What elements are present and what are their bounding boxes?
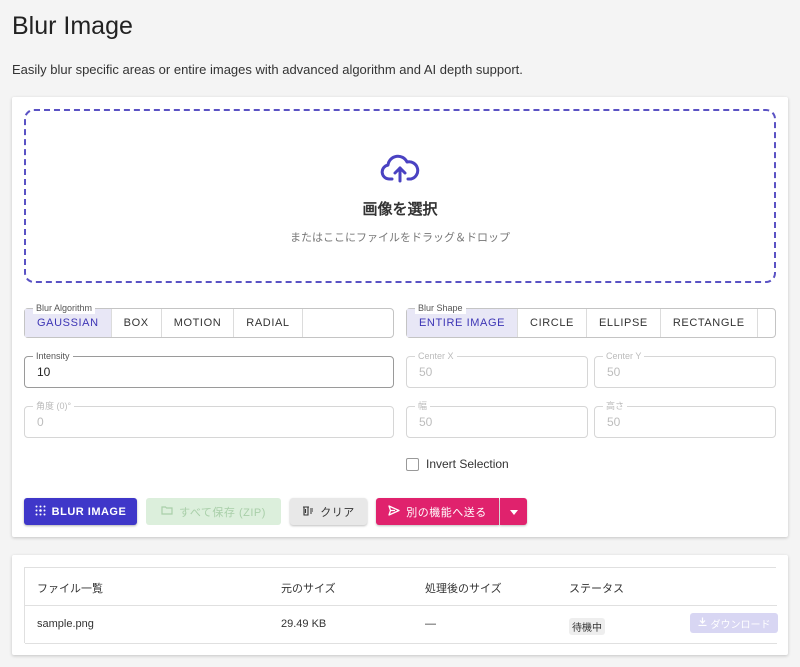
download-icon (698, 617, 707, 629)
blur-algorithm-legend: Blur Algorithm (33, 302, 96, 314)
angle-label: 角度 (0)° (33, 400, 75, 412)
intensity-label: Intensity (33, 350, 73, 362)
blur-grid-icon (35, 505, 46, 519)
header-file-list: ファイル一覧 (37, 583, 103, 595)
page-title: Blur Image (12, 12, 133, 40)
file-table: ファイル一覧 元のサイズ 処理後のサイズ ステータス sample.png 29… (24, 567, 778, 644)
invert-selection[interactable]: Invert Selection (406, 457, 509, 471)
algorithm-radial[interactable]: RADIAL (234, 309, 303, 337)
download-label: ダウンロード (710, 619, 771, 631)
file-dropzone[interactable]: 画像を選択 またはここにファイルをドラッグ＆ドロップ (24, 109, 776, 283)
blur-image-button[interactable]: BLUR IMAGE (24, 498, 137, 525)
header-divider (25, 605, 777, 606)
angle-value: 0 (37, 415, 44, 429)
save-all-zip-button[interactable]: すべて保存 (ZIP) (146, 498, 281, 525)
angle-field[interactable]: 角度 (0)° 0 (24, 400, 394, 438)
clear-button[interactable]: クリア (290, 498, 367, 525)
intensity-field[interactable]: Intensity 10 (24, 350, 394, 388)
width-field[interactable]: 幅 50 (406, 400, 588, 438)
blur-shape-legend: Blur Shape (415, 302, 466, 314)
send-label: 別の機能へ送る (406, 506, 487, 519)
invert-selection-label: Invert Selection (426, 457, 509, 471)
row-divider (25, 643, 777, 644)
file-list-card: ファイル一覧 元のサイズ 処理後のサイズ ステータス sample.png 29… (12, 555, 788, 655)
send-to-feature-button[interactable]: 別の機能へ送る (376, 498, 499, 525)
height-value: 50 (607, 415, 621, 429)
center-y-value: 50 (607, 365, 621, 379)
center-x-value: 50 (419, 365, 433, 379)
center-x-label: Center X (415, 350, 457, 362)
height-label: 高さ (603, 400, 628, 412)
height-field[interactable]: 高さ 50 (594, 400, 776, 438)
shape-circle[interactable]: CIRCLE (518, 309, 587, 337)
clear-label: クリア (320, 506, 355, 519)
center-y-field[interactable]: Center Y 50 (594, 350, 776, 388)
row-original-size: 29.49 KB (281, 618, 327, 630)
header-original-size: 元のサイズ (281, 583, 336, 595)
blur-settings-card: 画像を選択 またはここにファイルをドラッグ＆ドロップ Blur Algorith… (12, 97, 788, 537)
intensity-value: 10 (37, 365, 51, 379)
shape-ellipse[interactable]: ELLIPSE (587, 309, 661, 337)
row-file-name: sample.png (37, 618, 94, 630)
algorithm-box[interactable]: BOX (112, 309, 162, 337)
dropzone-title: 画像を選択 (362, 201, 438, 218)
folder-icon (161, 505, 173, 518)
send-dropdown-button[interactable] (500, 498, 527, 525)
caret-down-icon (509, 506, 518, 518)
blur-algorithm-group: Blur Algorithm GAUSSIAN BOX MOTION RADIA… (24, 302, 394, 338)
blur-image-label: BLUR IMAGE (51, 505, 127, 518)
blur-shape-group: Blur Shape ENTIRE IMAGE CIRCLE ELLIPSE R… (406, 302, 776, 338)
width-value: 50 (419, 415, 433, 429)
center-x-field[interactable]: Center X 50 (406, 350, 588, 388)
save-all-label: すべて保存 (ZIP) (179, 506, 266, 519)
header-processed-size: 処理後のサイズ (425, 583, 502, 595)
algorithm-motion[interactable]: MOTION (162, 309, 235, 337)
shape-rectangle[interactable]: RECTANGLE (661, 309, 758, 337)
clear-icon (302, 505, 314, 519)
cloud-upload-icon (380, 153, 420, 190)
download-button[interactable]: ダウンロード (690, 613, 778, 633)
center-y-label: Center Y (603, 350, 645, 362)
row-processed-size: — (425, 618, 436, 630)
dropzone-hint: またはここにファイルをドラッグ＆ドロップ (290, 232, 510, 244)
send-icon (388, 504, 400, 519)
invert-selection-checkbox[interactable] (406, 457, 419, 471)
header-status: ステータス (569, 583, 624, 595)
width-label: 幅 (415, 400, 431, 412)
status-badge: 待機中 (569, 618, 605, 635)
page-subtitle: Easily blur specific areas or entire ima… (12, 62, 523, 77)
